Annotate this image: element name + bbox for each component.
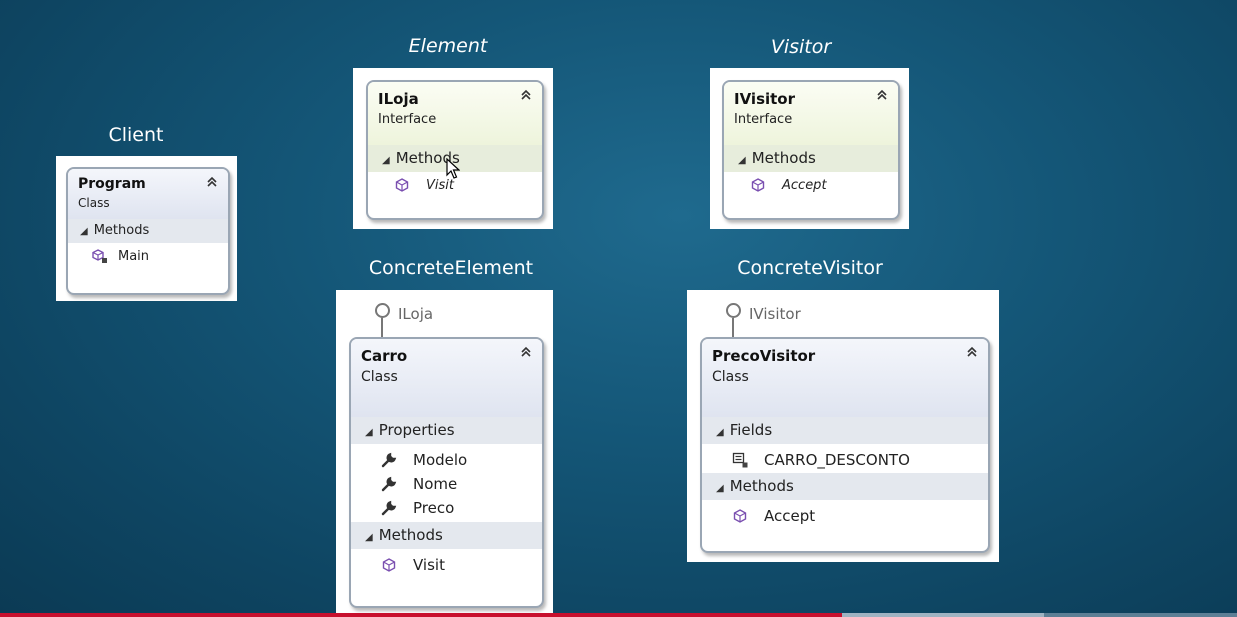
precovisitor-methods-section[interactable]: ◢ Methods [702,473,988,500]
triangle-expanded-icon: ◢ [382,155,390,166]
ivisitor-interface-type: Interface [734,112,793,127]
double-chevron-up-icon[interactable] [520,345,532,361]
precovisitor-class-type: Class [712,369,749,385]
carro-property-modelo[interactable]: Modelo [351,444,542,472]
carro-class-box[interactable]: Carro Class ◢ Properties Modelo Nome Prec… [349,337,544,608]
video-progress-played[interactable] [0,613,842,617]
interface-lollipop-icon [375,303,390,318]
triangle-expanded-icon: ◢ [738,155,746,166]
method-cube-icon [750,177,766,193]
program-class-name: Program [78,176,146,192]
double-chevron-up-icon[interactable] [206,175,218,191]
private-field-icon [732,452,748,468]
interface-lollipop-icon [726,303,741,318]
role-label-element: Element [408,35,488,57]
ivisitor-interface-name: IVisitor [734,90,796,108]
method-cube-icon [394,177,410,193]
ivisitor-method-accept[interactable]: Accept [724,172,898,198]
role-label-concrete-visitor: ConcreteVisitor [737,257,883,279]
role-label-visitor: Visitor [770,36,832,58]
interface-lollipop-stem [381,318,383,338]
triangle-expanded-icon: ◢ [716,427,724,438]
wrench-icon [381,500,397,516]
triangle-expanded-icon: ◢ [365,427,373,438]
wrench-icon [381,476,397,492]
double-chevron-up-icon[interactable] [876,88,888,104]
precovisitor-class-box[interactable]: PrecoVisitor Class ◢ Fields CARRO_DESCONT… [700,337,990,553]
method-cube-icon [381,557,397,573]
precovisitor-fields-section[interactable]: ◢ Fields [702,417,988,444]
ivisitor-interface-box[interactable]: IVisitor Interface ◢ Methods Accept [722,80,900,220]
carro-class-name: Carro [361,347,408,365]
interface-lollipop-stem [732,318,734,338]
carro-class-type: Class [361,369,398,385]
program-class-box[interactable]: Program Class ◢ Methods Main [66,167,230,295]
carro-implements-label: ILoja [398,305,434,323]
iloja-interface-type: Interface [378,112,437,127]
precovisitor-method-accept[interactable]: Accept [702,500,988,530]
double-chevron-up-icon[interactable] [520,88,532,104]
method-cube-icon [732,508,748,524]
carro-methods-section[interactable]: ◢ Methods [351,522,542,549]
carro-method-visit[interactable]: Visit [351,549,542,579]
carro-property-nome[interactable]: Nome [351,472,542,496]
iloja-interface-name: ILoja [378,90,419,108]
triangle-expanded-icon: ◢ [365,532,373,543]
wrench-icon [381,452,397,468]
video-progress-buffered[interactable] [842,613,1044,617]
triangle-expanded-icon: ◢ [80,226,88,237]
program-class-type: Class [78,196,110,210]
role-label-concrete-element: ConcreteElement [368,257,534,279]
video-progress-remaining[interactable] [1044,613,1237,617]
ivisitor-methods-section[interactable]: ◢ Methods [724,145,898,172]
iloja-interface-box[interactable]: ILoja Interface ◢ Methods Visit [366,80,544,220]
precovisitor-class-name: PrecoVisitor [712,347,816,365]
mouse-pointer-icon [446,157,461,184]
program-method-main[interactable]: Main [68,243,228,269]
carro-properties-section[interactable]: ◢ Properties [351,417,542,444]
double-chevron-up-icon[interactable] [966,345,978,361]
triangle-expanded-icon: ◢ [716,483,724,494]
private-method-icon [92,248,108,264]
precovisitor-implements-label: IVisitor [749,305,801,323]
carro-property-preco[interactable]: Preco [351,496,542,522]
precovisitor-field-carro-desconto[interactable]: CARRO_DESCONTO [702,444,988,473]
role-label-client: Client [108,124,164,146]
program-methods-section[interactable]: ◢ Methods [68,219,228,243]
